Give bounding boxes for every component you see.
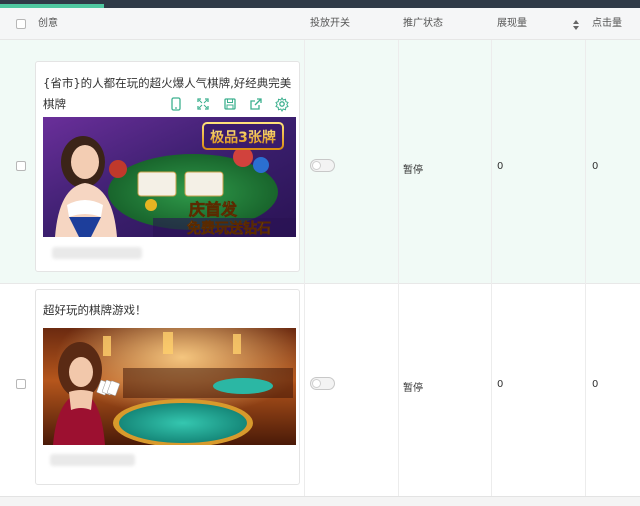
save-icon[interactable] [222,96,238,112]
row-checkbox[interactable] [16,161,26,171]
column-header-delivery-switch: 投放开关 [310,18,350,29]
creative-toolbar [162,92,296,116]
delivery-toggle[interactable] [310,159,335,172]
share-icon[interactable] [248,96,264,112]
settings-icon[interactable] [274,96,290,112]
creative-image: 极品3张牌 庆首发 免费玩送钻石 [43,117,296,237]
column-header-impressions[interactable]: 展现量 [497,8,527,40]
clicks-value: 0 [592,161,599,172]
toggle-knob [312,161,321,170]
impressions-value: 0 [497,379,504,390]
horizontal-scrollbar[interactable] [0,496,640,506]
blurred-info [52,247,142,259]
creative-title: 超好玩的棋牌游戏！ [43,303,147,317]
column-header-creative: 创意 [38,18,58,29]
phone-preview-icon[interactable] [168,96,184,112]
creative-image [43,328,296,445]
column-divider [398,40,399,506]
column-divider [304,40,305,506]
image-promo-text: 免费玩送钻石 [187,220,271,237]
image-logo-text: 极品3张牌 [210,129,276,146]
column-header-clicks: 点击量 [592,18,622,29]
row-checkbox[interactable] [16,379,26,389]
sort-icon[interactable] [572,19,580,31]
creative-card[interactable]: 超好玩的棋牌游戏！ [35,289,300,485]
top-navigation-bar [0,0,640,8]
blurred-info [50,454,135,466]
toggle-knob [312,379,321,388]
column-header-promo-status: 推广状态 [403,18,443,29]
clicks-value: 0 [592,379,599,390]
column-divider [491,40,492,506]
image-headline-text: 庆首发 [188,200,238,219]
select-all-checkbox[interactable] [16,19,26,29]
delivery-toggle[interactable] [310,377,335,390]
expand-icon[interactable] [195,96,211,112]
status-text: 暂停 [403,165,423,176]
column-divider [585,40,586,506]
status-text: 暂停 [403,383,423,394]
table-header: 创意 投放开关 推广状态 展现量 点击量 [0,8,640,40]
impressions-value: 0 [497,161,504,172]
